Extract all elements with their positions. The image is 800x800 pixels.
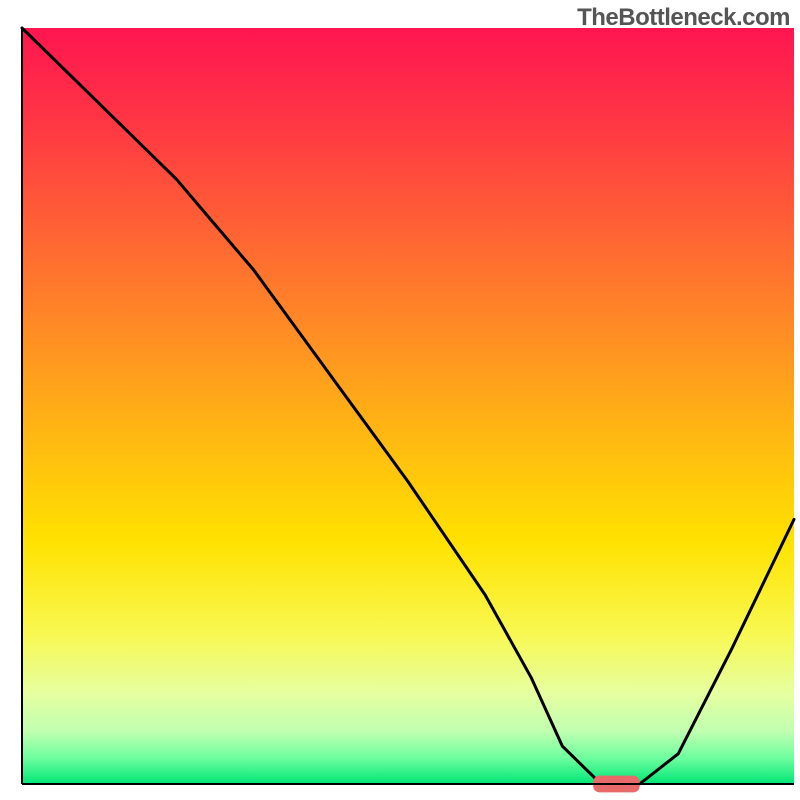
chart-container: TheBottleneck.com	[0, 0, 800, 800]
bottleneck-chart	[0, 0, 800, 800]
